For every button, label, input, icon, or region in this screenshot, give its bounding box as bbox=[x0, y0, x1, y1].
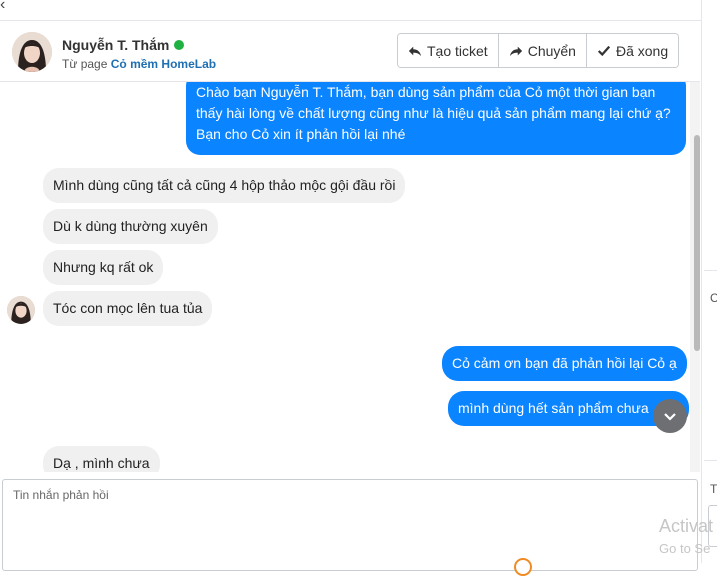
divider bbox=[704, 460, 717, 461]
emoji-icon[interactable] bbox=[514, 558, 532, 576]
done-label: Đã xong bbox=[615, 42, 669, 59]
reply-composer bbox=[2, 479, 698, 571]
incoming-message: Tóc con mọc lên tua tủa bbox=[43, 291, 213, 326]
action-buttons: Tạo ticket Chuyển Đã xong bbox=[397, 33, 680, 68]
sender-avatar bbox=[7, 296, 35, 324]
create-ticket-label: Tạo ticket bbox=[427, 42, 488, 59]
chevron-down-icon bbox=[664, 413, 676, 421]
online-status-icon bbox=[174, 40, 185, 50]
check-icon bbox=[597, 45, 611, 56]
outgoing-message: Chào bạn Nguyễn T. Thắm, bạn dùng sản ph… bbox=[186, 82, 686, 155]
reply-icon bbox=[408, 46, 422, 56]
side-panel-label: T bbox=[710, 482, 717, 496]
back-arrow-icon[interactable]: ‹ bbox=[0, 0, 5, 14]
page-link[interactable]: Cỏ mềm HomeLab bbox=[111, 57, 216, 71]
create-ticket-button[interactable]: Tạo ticket bbox=[398, 34, 499, 67]
incoming-message: Mình dùng cũng tất cả cũng 4 hộp thảo mộ… bbox=[43, 168, 406, 203]
message-thread: Chào bạn Nguyễn T. Thắm, bạn dùng sản ph… bbox=[0, 82, 700, 472]
scroll-to-bottom-button[interactable] bbox=[653, 399, 687, 433]
top-bar: ‹ bbox=[0, 0, 717, 21]
scrollbar-thumb[interactable] bbox=[694, 135, 700, 351]
divider bbox=[704, 270, 717, 271]
page-source: Từ page Cỏ mềm HomeLab bbox=[62, 57, 216, 71]
transfer-button[interactable]: Chuyển bbox=[498, 34, 587, 67]
incoming-message: Dù k dùng thường xuyên bbox=[43, 209, 218, 244]
side-panel-label: C bbox=[710, 291, 717, 305]
contact-name: Nguyễn T. Thắm bbox=[62, 37, 185, 53]
share-icon bbox=[509, 46, 522, 56]
outgoing-message: mình dùng hết sản phẩm chưa bbox=[448, 391, 689, 426]
incoming-message: Dạ , mình chưa bbox=[43, 446, 160, 472]
incoming-message: Nhưng kq rất ok bbox=[43, 250, 164, 285]
activation-watermark-subtitle: Go to Se bbox=[659, 541, 711, 556]
contact-name-text: Nguyễn T. Thắm bbox=[62, 37, 170, 53]
conversation-header: Nguyễn T. Thắm Từ page Cỏ mềm HomeLab Tạ… bbox=[0, 21, 700, 82]
avatar bbox=[12, 32, 52, 72]
reply-input[interactable] bbox=[3, 480, 697, 570]
outgoing-message: Cỏ cảm ơn bạn đã phản hồi lại Cỏ ạ bbox=[442, 346, 687, 381]
right-panel bbox=[701, 0, 717, 563]
done-button[interactable]: Đã xong bbox=[586, 34, 679, 67]
activation-watermark-title: Activat bbox=[659, 516, 714, 536]
transfer-label: Chuyển bbox=[527, 42, 576, 59]
page-prefix: Từ page bbox=[62, 57, 108, 71]
